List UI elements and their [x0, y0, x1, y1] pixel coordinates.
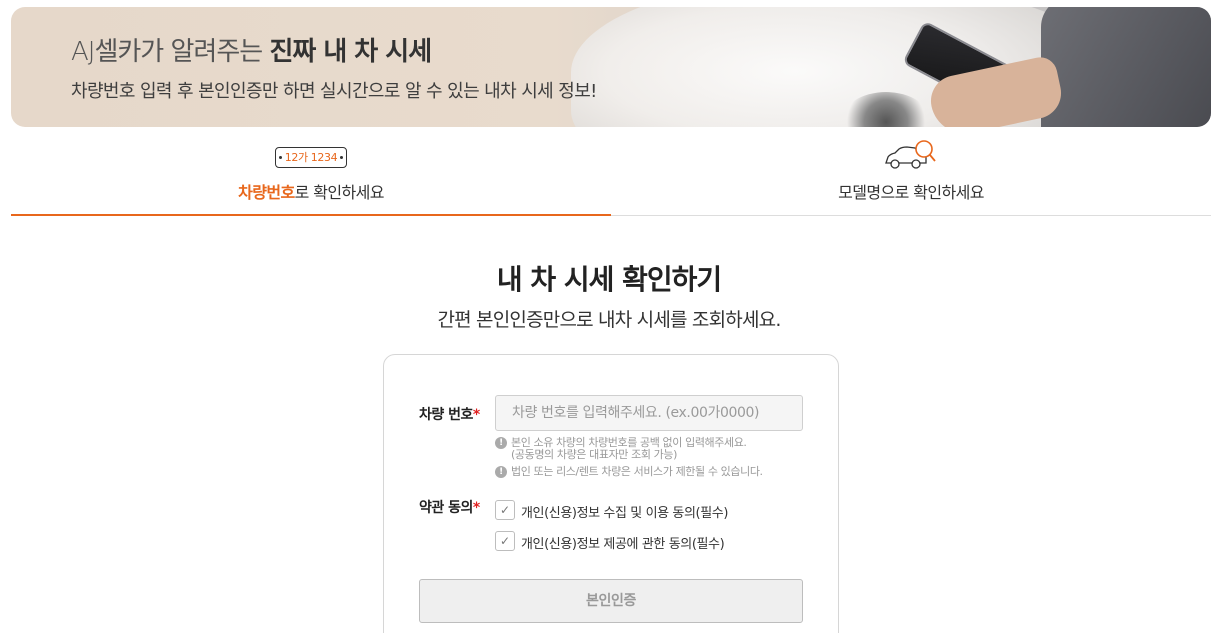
- note-owner-only: ! 본인 소유 차량의 차량번호를 공백 없이 입력해주세요. (공동명의 차량은 …: [495, 437, 747, 461]
- terms-label: 약관 동의*: [419, 497, 480, 517]
- required-mark: *: [472, 500, 480, 516]
- agreement-collect-label[interactable]: 개인(신용)정보 수집 및 이용 동의(필수): [521, 502, 728, 521]
- info-icon: !: [495, 466, 507, 478]
- tab-car-number-highlight: 차량번호: [238, 183, 295, 202]
- person-suit-image: [1041, 7, 1211, 127]
- note-text-2: (공동명의 차량은 대표자만 조회 가능): [511, 448, 677, 461]
- banner-subtitle: 차량번호 입력 후 본인인증만 하면 실시간으로 알 수 있는 내차 시세 정보…: [71, 81, 597, 102]
- required-mark: *: [472, 407, 480, 423]
- page-subtitle: 간편 본인인증만으로 내차 시세를 조회하세요.: [437, 309, 781, 331]
- lookup-form-card: 차량 번호* !본인 소유 차량의 차량번호를 공백 없이 입력해주세요.(공동…: [383, 354, 839, 633]
- banner-brand-prefix: AJ셀카가 알려주는: [71, 37, 270, 67]
- lookup-tabs: 12가 1234 차량번호로 확인하세요 모델명으로 확인하세요: [11, 127, 1211, 216]
- license-plate-icon: 12가 1234: [275, 147, 347, 168]
- tab-car-number-label: 차량번호로 확인하세요: [11, 179, 611, 203]
- car-number-input[interactable]: [495, 395, 803, 431]
- tab-car-number[interactable]: 12가 1234 차량번호로 확인하세요: [11, 127, 611, 216]
- agreement-provide-label[interactable]: 개인(신용)정보 제공에 관한 동의(필수): [521, 533, 725, 552]
- terms-label-text: 약관 동의: [419, 500, 473, 516]
- car-number-label: 차량 번호*: [419, 404, 480, 424]
- tab-car-number-rest: 로 확인하세요: [294, 183, 385, 202]
- tab-model-name[interactable]: 모델명으로 확인하세요: [611, 127, 1211, 216]
- car-number-label-text: 차량 번호: [419, 407, 473, 423]
- agreement-collect-checkbox[interactable]: ✓: [495, 500, 515, 520]
- note-text-3: 법인 또는 리스/렌트 차량은 서비스가 제한될 수 있습니다.: [511, 465, 763, 478]
- note-corporate-restriction: ! 법인 또는 리스/렌트 차량은 서비스가 제한될 수 있습니다.: [495, 466, 763, 478]
- agreement-provide-checkbox[interactable]: ✓: [495, 531, 515, 551]
- verify-button[interactable]: 본인인증: [419, 579, 803, 623]
- tab-model-name-label: 모델명으로 확인하세요: [838, 183, 984, 202]
- info-icon: !: [495, 437, 507, 449]
- page-title: 내 차 시세 확인하기: [496, 263, 722, 296]
- banner-headline: AJ셀카가 알려주는 진짜 내 차 시세: [71, 31, 432, 68]
- hero-banner: AJ셀카가 알려주는 진짜 내 차 시세 차량번호 입력 후 본인인증만 하면 …: [11, 7, 1211, 127]
- car-search-icon: [885, 140, 936, 169]
- banner-brand-bold: 진짜 내 차 시세: [269, 37, 432, 67]
